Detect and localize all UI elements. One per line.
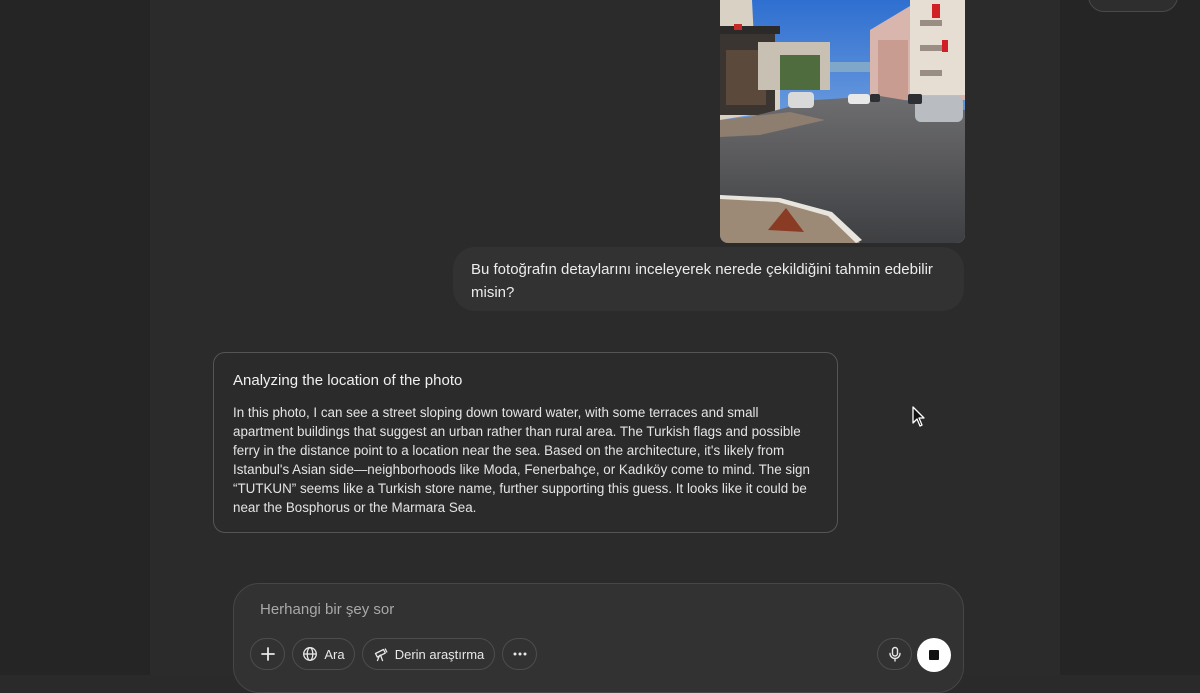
header-pill-button[interactable] xyxy=(1088,0,1178,12)
right-margin xyxy=(1060,0,1200,675)
stop-generating-button[interactable] xyxy=(917,638,951,672)
user-message-text: Bu fotoğrafın detaylarını inceleyerek ne… xyxy=(471,261,933,301)
search-button-label: Ara xyxy=(324,646,345,662)
attached-photo[interactable] xyxy=(720,0,965,243)
message-composer[interactable]: Herhangi bir şey sor Ara Derin araştırma xyxy=(233,583,964,693)
assistant-reasoning-card: Analyzing the location of the photo In t… xyxy=(213,352,838,533)
reasoning-title: Analyzing the location of the photo xyxy=(233,372,463,389)
plus-icon xyxy=(260,646,276,662)
street-photo-image xyxy=(720,0,965,243)
user-message-bubble: Bu fotoğrafın detaylarını inceleyerek ne… xyxy=(453,247,964,311)
ellipsis-icon xyxy=(512,646,528,662)
telescope-icon xyxy=(373,646,389,662)
microphone-icon xyxy=(887,646,903,662)
reasoning-body: In this photo, I can see a street slopin… xyxy=(233,405,810,515)
more-options-button[interactable] xyxy=(502,638,537,670)
globe-icon xyxy=(302,646,318,662)
composer-placeholder[interactable]: Herhangi bir şey sor xyxy=(260,601,394,618)
left-margin xyxy=(0,0,150,675)
add-attachment-button[interactable] xyxy=(250,638,285,670)
search-button[interactable]: Ara xyxy=(292,638,355,670)
stop-icon xyxy=(929,650,939,660)
deep-research-button[interactable]: Derin araştırma xyxy=(362,638,495,670)
deep-research-label: Derin araştırma xyxy=(394,646,485,662)
mouse-cursor-icon xyxy=(912,406,926,433)
microphone-button[interactable] xyxy=(877,638,912,670)
